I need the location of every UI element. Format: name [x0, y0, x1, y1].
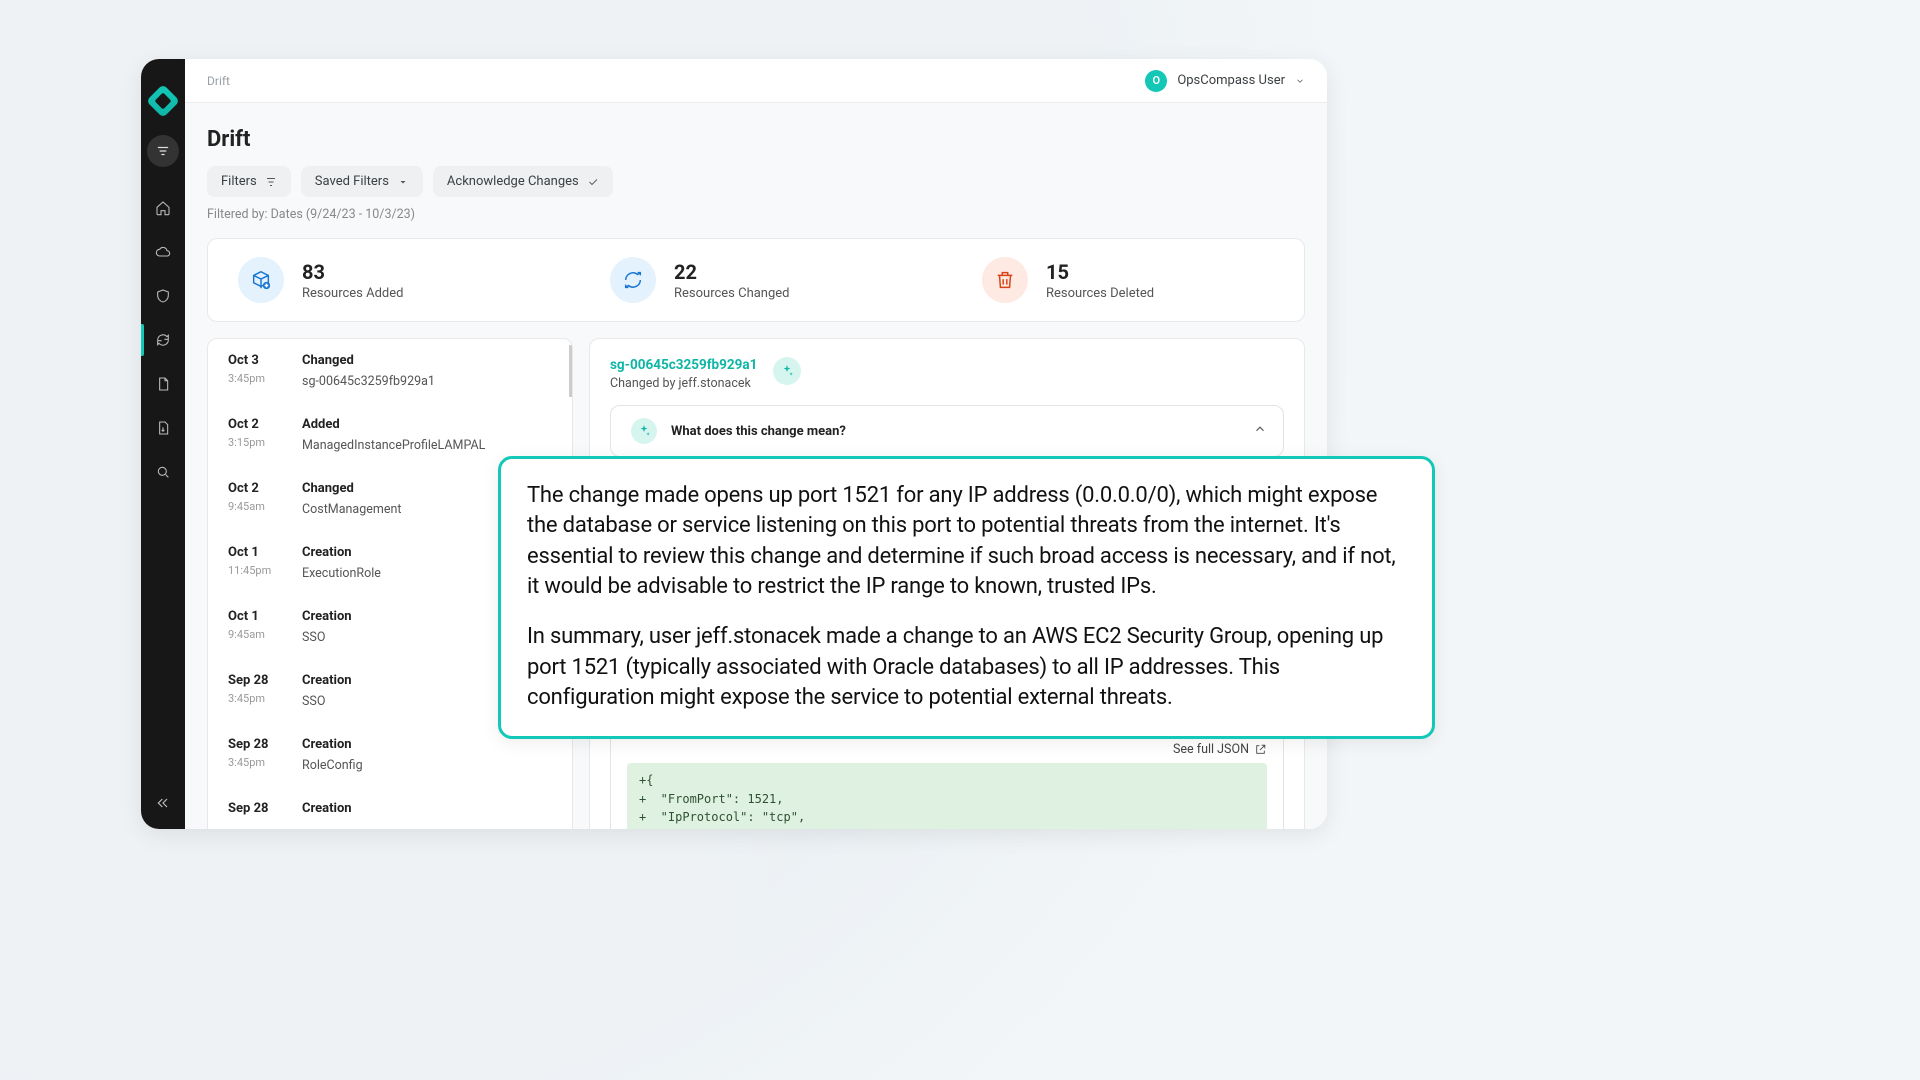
stat-changed-value: 22 [674, 260, 790, 284]
timeline-time: 3:15pm [228, 436, 302, 449]
trash-icon [982, 257, 1028, 303]
stat-added: 83 Resources Added [238, 257, 530, 303]
page-title: Drift [207, 127, 1305, 152]
timeline-action: Creation [302, 673, 352, 688]
cloud-icon [155, 244, 171, 260]
ai-sparkle-badge [773, 357, 801, 385]
timeline-action: Creation [302, 801, 352, 816]
stat-added-label: Resources Added [302, 286, 403, 301]
nav-export[interactable] [146, 415, 180, 441]
chevron-up-icon [1253, 422, 1267, 440]
timeline-action: Changed [302, 481, 401, 496]
see-full-json-link[interactable]: See full JSON [627, 742, 1267, 757]
timeline-action: Changed [302, 353, 435, 368]
filters-button[interactable]: Filters [207, 166, 291, 197]
explain-card[interactable]: What does this change mean? [610, 405, 1284, 457]
chevron-double-left-icon [155, 795, 171, 811]
topbar: Drift O OpsCompass User [185, 59, 1327, 103]
stat-changed: 22 Resources Changed [610, 257, 902, 303]
external-link-icon [1254, 743, 1267, 756]
sidebar-filter-button[interactable] [147, 135, 179, 167]
timeline-date: Oct 2 [228, 417, 302, 432]
nav-drift[interactable] [146, 327, 180, 353]
app-logo [146, 84, 180, 118]
sync-icon [155, 332, 171, 348]
filtered-by-text: Filtered by: Dates (9/24/23 - 10/3/23) [207, 207, 1305, 222]
timeline-action: Added [302, 417, 485, 432]
filter-lines-icon [156, 144, 170, 158]
timeline-resource: CostManagement [302, 502, 401, 517]
action-row: Filters Saved Filters Acknowledge Change… [207, 166, 1305, 197]
timeline-date: Oct 3 [228, 353, 302, 368]
timeline-date: Oct 2 [228, 481, 302, 496]
timeline-time: 9:45am [228, 628, 302, 641]
user-menu[interactable]: O OpsCompass User [1145, 70, 1305, 92]
stat-added-value: 83 [302, 260, 403, 284]
stats-panel: 83 Resources Added 22 Resources Changed … [207, 238, 1305, 322]
refresh-icon [610, 257, 656, 303]
caret-down-icon [397, 176, 409, 188]
timeline-date: Sep 28 [228, 673, 302, 688]
stat-deleted-label: Resources Deleted [1046, 286, 1154, 301]
callout-paragraph-2: In summary, user jeff.stonacek made a ch… [527, 622, 1406, 713]
timeline-date: Oct 1 [228, 545, 302, 560]
timeline-resource: SSO [302, 630, 352, 645]
timeline-resource: RoleConfig [302, 758, 363, 773]
diff-code-block: +{ + "FromPort": 1521, + "IpProtocol": "… [627, 763, 1267, 829]
timeline-action: Creation [302, 737, 363, 752]
chevron-down-icon [1295, 76, 1305, 86]
sidebar [141, 59, 185, 829]
timeline-resource: ManagedInstanceProfileLAMPAL [302, 438, 485, 453]
user-name: OpsCompass User [1177, 73, 1285, 88]
saved-filters-button[interactable]: Saved Filters [301, 166, 423, 197]
callout-paragraph-1: The change made opens up port 1521 for a… [527, 481, 1406, 602]
timeline-row[interactable]: Sep 28Creation [208, 787, 572, 829]
sidebar-nav [146, 195, 180, 485]
document-icon [155, 376, 171, 392]
stat-changed-label: Resources Changed [674, 286, 790, 301]
avatar: O [1145, 70, 1167, 92]
acknowledge-button[interactable]: Acknowledge Changes [433, 166, 613, 197]
ai-sparkle-icon [631, 418, 657, 444]
timeline-row[interactable]: Oct 3 3:45pmChanged sg-00645c3259fb929a1 [208, 339, 572, 403]
timeline-resource: sg-00645c3259fb929a1 [302, 374, 435, 389]
timeline-resource: ExecutionRole [302, 566, 381, 581]
timeline-date: Oct 1 [228, 609, 302, 624]
search-icon [155, 464, 171, 480]
explain-title: What does this change mean? [671, 424, 846, 439]
check-icon [587, 176, 599, 188]
detail-changed-by: Changed by jeff.stonacek [610, 376, 757, 391]
stat-deleted: 15 Resources Deleted [982, 257, 1274, 303]
nav-home[interactable] [146, 195, 180, 221]
shield-icon [155, 288, 171, 304]
sidebar-collapse[interactable] [141, 795, 185, 811]
timeline-action: Creation [302, 545, 381, 560]
filter-icon [265, 176, 277, 188]
nav-reports[interactable] [146, 371, 180, 397]
timeline-date: Sep 28 [228, 801, 302, 816]
nav-security[interactable] [146, 283, 180, 309]
timeline-time: 3:45pm [228, 692, 302, 705]
nav-search[interactable] [146, 459, 180, 485]
breadcrumb: Drift [207, 74, 230, 88]
timeline-action: Creation [302, 609, 352, 624]
file-arrow-icon [155, 420, 171, 436]
timeline-time: 3:45pm [228, 372, 302, 385]
stat-deleted-value: 15 [1046, 260, 1154, 284]
timeline-time: 3:45pm [228, 756, 302, 769]
timeline-time: 9:45am [228, 500, 302, 513]
timeline-resource: SSO [302, 694, 352, 709]
nav-cloud[interactable] [146, 239, 180, 265]
detail-resource-id[interactable]: sg-00645c3259fb929a1 [610, 357, 757, 373]
timeline-time: 11:45pm [228, 564, 302, 577]
timeline-date: Sep 28 [228, 737, 302, 752]
cube-plus-icon [238, 257, 284, 303]
ai-explanation-callout: The change made opens up port 1521 for a… [498, 456, 1435, 739]
home-icon [155, 200, 171, 216]
